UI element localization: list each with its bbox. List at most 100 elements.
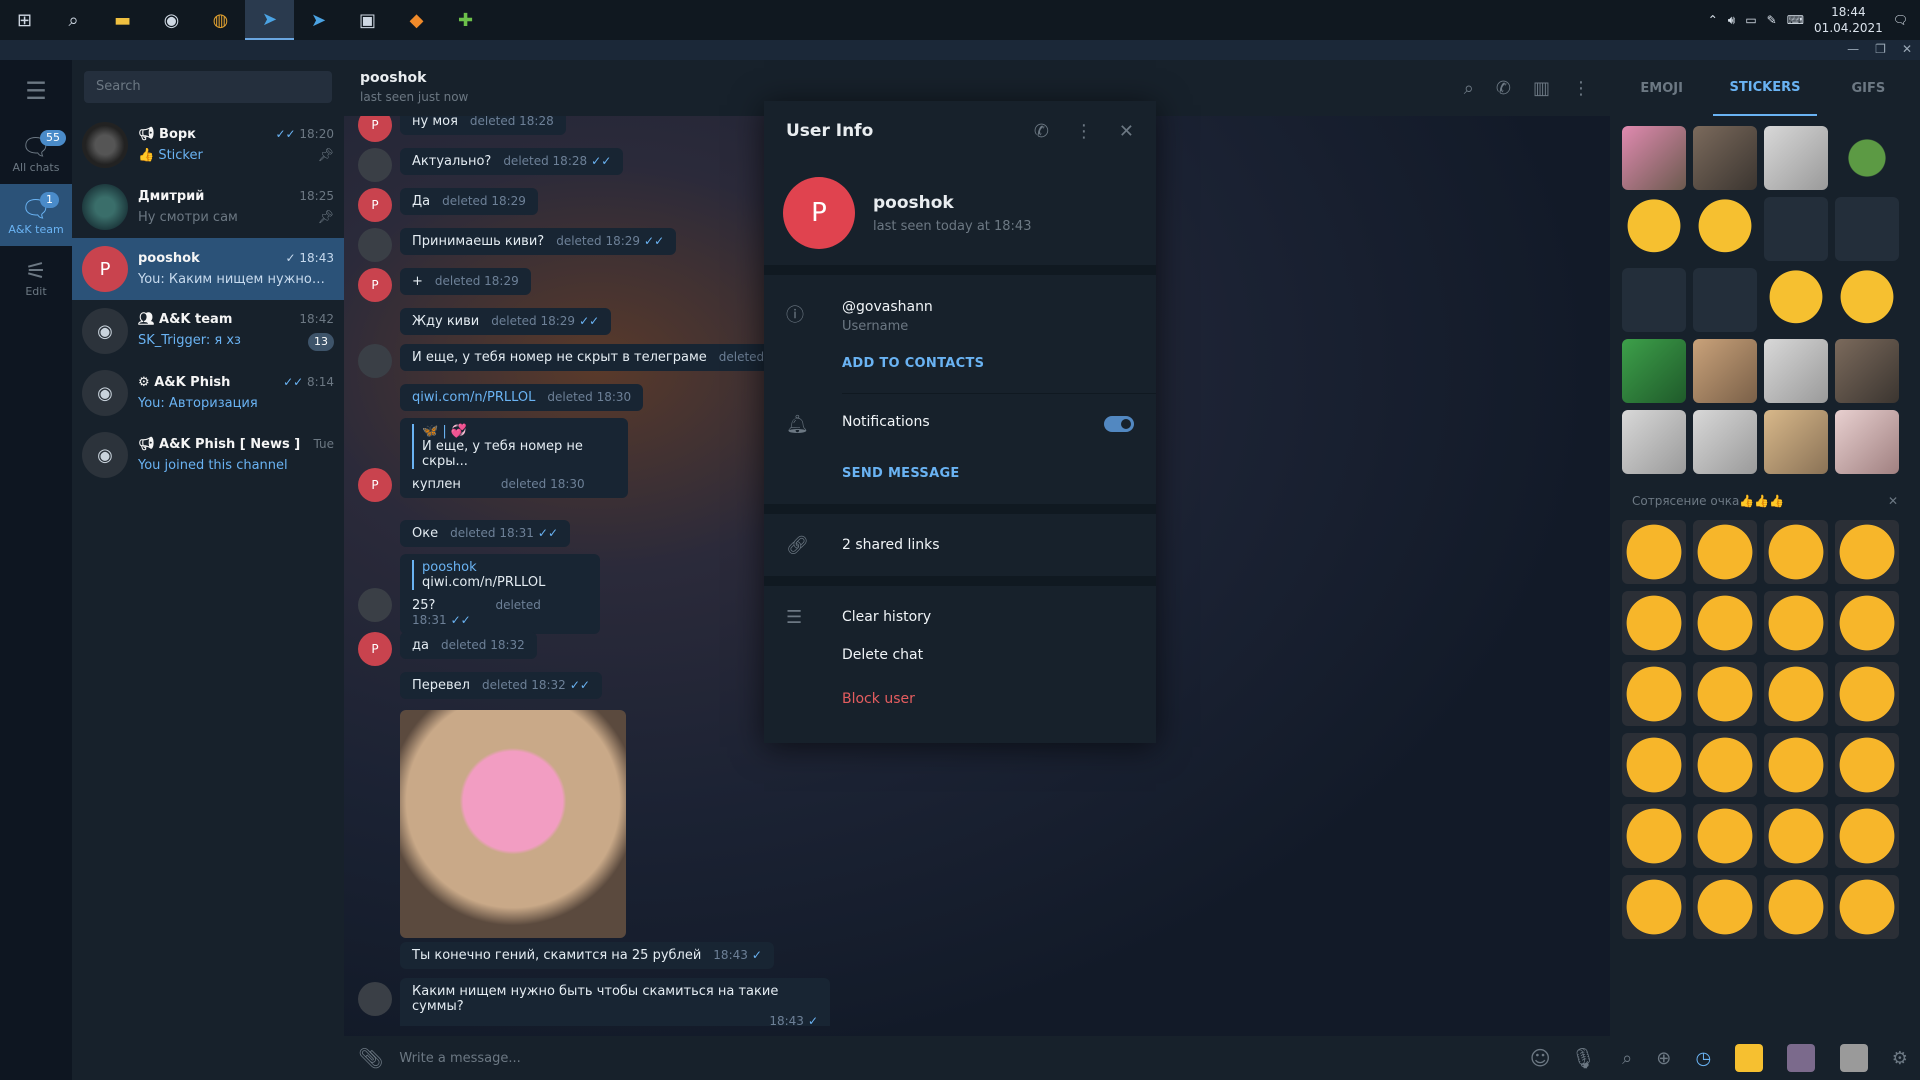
sticker[interactable] (1622, 733, 1686, 797)
steam-icon[interactable]: ◉ (147, 0, 196, 40)
sticker-set-thumb[interactable] (1839, 1044, 1868, 1072)
pen-icon[interactable]: ✎ (1767, 13, 1777, 27)
message[interactable]: И еще, у тебя номер не скрыт в телеграме… (400, 344, 815, 371)
chrome-icon[interactable]: ◍ (196, 0, 245, 40)
menu-button[interactable]: ☰ (0, 60, 72, 122)
add-to-contacts-button[interactable]: ADD TO CONTACTS (842, 356, 1134, 371)
notifications-toggle[interactable] (1104, 416, 1134, 432)
sticker-set-thumb[interactable] (1735, 1044, 1764, 1072)
keyboard-icon[interactable]: ⌨ (1787, 13, 1804, 27)
sticker[interactable] (1835, 410, 1899, 474)
message[interactable]: ну моя deleted 18:28 (400, 116, 566, 135)
sticker[interactable] (1693, 339, 1757, 403)
message[interactable]: 🦋 | 💞 И еще, у тебя номер не скры... куп… (400, 418, 628, 498)
clear-history-row[interactable]: ☰ Clear history (764, 598, 1156, 636)
file-explorer-icon[interactable]: ▬ (98, 0, 147, 40)
sticker[interactable] (1764, 804, 1828, 868)
app-green-icon[interactable]: ✚ (441, 0, 490, 40)
chat-item-ak-team[interactable]: ◉ 👥︎ A&K team 18:42 SK_Trigger: я хз 13 (72, 300, 344, 362)
sticker[interactable] (1835, 591, 1899, 655)
more-vertical-icon[interactable]: ⋮ (1572, 78, 1590, 99)
close-icon[interactable]: ✕ (1119, 121, 1134, 142)
sticker[interactable] (1622, 197, 1686, 261)
sticker[interactable] (1764, 268, 1828, 332)
reply-quote[interactable]: pooshok qiwi.com/n/PRLLOL (412, 560, 588, 590)
sticker[interactable] (1764, 126, 1828, 190)
chat-item-dmitry[interactable]: Дмитрий 18:25 Ну смотри сам 📌︎ (72, 176, 344, 238)
sticker[interactable] (1622, 410, 1686, 474)
search-icon[interactable]: ⌕ (1622, 1048, 1632, 1069)
close-window-icon[interactable]: ✕ (1902, 42, 1912, 56)
microphone-icon[interactable]: 🎙︎ (1571, 1046, 1596, 1070)
notifications-row[interactable]: Notifications (842, 410, 1134, 432)
message[interactable]: Перевел deleted 18:32 ✓✓ (400, 672, 602, 699)
reply-quote[interactable]: 🦋 | 💞 И еще, у тебя номер не скры... (412, 424, 616, 469)
close-icon[interactable]: ✕ (1888, 494, 1898, 508)
chat-item-vork[interactable]: 📢︎ Ворк ✓✓ 18:20 👍 Sticker 📌︎ (72, 114, 344, 176)
sticker[interactable] (1835, 339, 1899, 403)
notifications-icon[interactable]: 🗨︎ (1893, 13, 1908, 27)
settings-gear-icon[interactable]: ⚙ (1892, 1048, 1908, 1069)
sticker[interactable] (1693, 126, 1757, 190)
telegram-desktop-icon[interactable]: ➤ (294, 0, 343, 40)
paperclip-icon[interactable]: 📎︎ (358, 1046, 383, 1070)
sticker[interactable] (1622, 804, 1686, 868)
sticker[interactable] (1764, 410, 1828, 474)
sticker[interactable] (1693, 804, 1757, 868)
sticker[interactable] (1764, 197, 1828, 261)
sticker[interactable] (1622, 591, 1686, 655)
sticker[interactable] (1835, 197, 1899, 261)
message[interactable]: Актуально? deleted 18:28 ✓✓ (400, 148, 624, 175)
recent-clock-icon[interactable]: ◷ (1696, 1048, 1712, 1069)
sidebar-toggle-icon[interactable]: ▥ (1533, 78, 1550, 99)
message[interactable]: Оке deleted 18:31 ✓✓ (400, 520, 571, 547)
minimize-icon[interactable]: — (1847, 42, 1859, 56)
sticker[interactable] (1693, 733, 1757, 797)
sticker[interactable] (1835, 662, 1899, 726)
sticker[interactable] (1764, 591, 1828, 655)
sticker[interactable] (1622, 126, 1686, 190)
volume-icon[interactable]: 🔊︎ (1728, 13, 1736, 28)
search-input[interactable]: Search (84, 71, 332, 103)
sticker[interactable] (1764, 520, 1828, 584)
windows-start-icon[interactable]: ⊞ (0, 0, 49, 40)
message[interactable]: qiwi.com/n/PRLLOL deleted 18:30 (400, 384, 644, 411)
phone-icon[interactable]: ✆ (1496, 78, 1511, 99)
messenger-icon[interactable]: ▣ (343, 0, 392, 40)
sticker[interactable] (1764, 339, 1828, 403)
tab-stickers[interactable]: STICKERS (1713, 60, 1817, 116)
sticker[interactable] (1764, 662, 1828, 726)
sticker[interactable] (1622, 875, 1686, 939)
sticker[interactable] (1835, 733, 1899, 797)
message[interactable]: Ты конечно гений, скамится на 25 рублей 1… (400, 942, 774, 969)
chat-item-ak-phish[interactable]: ◉ ⚙︎ A&K Phish ✓✓ 8:14 You: Авторизация (72, 362, 344, 424)
send-message-button[interactable]: SEND MESSAGE (842, 466, 1134, 481)
add-icon[interactable]: ⊕ (1656, 1048, 1671, 1069)
sticker[interactable] (1693, 197, 1757, 261)
sticker[interactable] (1764, 733, 1828, 797)
folder-edit[interactable]: ⚟ Edit (0, 246, 72, 308)
message[interactable]: pooshok qiwi.com/n/PRLLOL 25? deleted 18:… (400, 554, 600, 634)
sticker[interactable] (1693, 410, 1757, 474)
tab-gifs[interactable]: GIFS (1817, 60, 1920, 116)
maximize-icon[interactable]: ❐ (1875, 42, 1886, 56)
message[interactable]: Принимаешь киви? deleted 18:29 ✓✓ (400, 228, 677, 255)
network-icon[interactable]: ▭ (1745, 13, 1756, 27)
username-value[interactable]: @govashann (842, 287, 1134, 315)
tab-emoji[interactable]: EMOJI (1610, 60, 1713, 116)
sticker[interactable] (1835, 875, 1899, 939)
folder-all-chats[interactable]: 🗨︎ 55 All chats (0, 122, 72, 184)
cat-photo-message[interactable] (400, 710, 626, 938)
delete-chat-row[interactable]: Delete chat (764, 636, 1156, 674)
search-icon[interactable]: ⌕ (49, 0, 98, 40)
sticker[interactable] (1693, 591, 1757, 655)
sticker[interactable] (1622, 520, 1686, 584)
sticker[interactable] (1693, 662, 1757, 726)
message[interactable]: Жду киви deleted 18:29 ✓✓ (400, 308, 612, 335)
sticker[interactable] (1835, 126, 1899, 190)
block-user-row[interactable]: Block user (764, 674, 1156, 724)
message[interactable]: да deleted 18:32 (400, 632, 537, 659)
sticker[interactable] (1835, 520, 1899, 584)
search-icon[interactable]: ⌕ (1464, 78, 1474, 99)
chat-item-pooshok[interactable]: P pooshok ✓ 18:43 You: Каким нищем нужно… (72, 238, 344, 300)
